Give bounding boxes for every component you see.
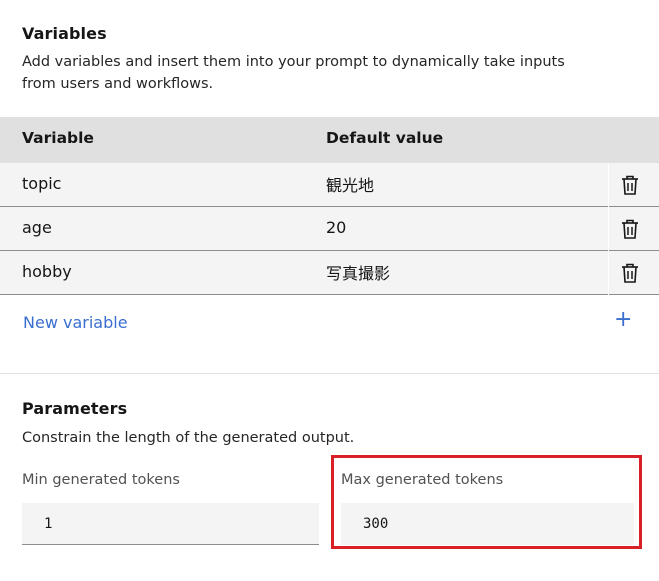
new-variable-link[interactable]: New variable — [23, 313, 128, 332]
min-tokens-input[interactable] — [22, 503, 319, 545]
variable-name-cell[interactable]: topic — [22, 174, 61, 193]
trash-icon — [622, 175, 638, 195]
variable-value-cell[interactable]: 20 — [326, 218, 346, 237]
trash-icon — [622, 263, 638, 283]
variable-value-cell[interactable]: 観光地 — [326, 172, 374, 196]
variables-description-line1: Add variables and insert them into your … — [22, 54, 565, 70]
delete-variable-button[interactable] — [619, 261, 641, 285]
table-header: Variable Default value — [0, 117, 659, 163]
column-divider — [608, 207, 609, 251]
table-row: hobby 写真撮影 — [0, 251, 659, 295]
table-row: topic 観光地 — [0, 163, 659, 207]
parameters-description: Constrain the length of the generated ou… — [22, 430, 355, 446]
trash-icon — [622, 219, 638, 239]
column-header-variable: Variable — [22, 129, 94, 147]
section-divider — [0, 373, 659, 374]
variables-title: Variables — [22, 24, 107, 43]
variables-description-line2: from users and workflows. — [22, 76, 214, 92]
delete-variable-button[interactable] — [619, 217, 641, 241]
min-tokens-label: Min generated tokens — [22, 472, 180, 488]
add-variable-plus-icon[interactable]: + — [614, 308, 632, 332]
new-variable-row: New variable + — [0, 298, 659, 350]
column-divider — [608, 251, 609, 295]
highlight-box — [331, 455, 642, 549]
variables-table: Variable Default value topic 観光地 age 20 — [0, 117, 659, 295]
table-row: age 20 — [0, 207, 659, 251]
parameters-title: Parameters — [22, 399, 128, 418]
variable-name-cell[interactable]: age — [22, 218, 52, 237]
variable-value-cell[interactable]: 写真撮影 — [326, 260, 390, 284]
column-divider — [608, 163, 609, 207]
variable-name-cell[interactable]: hobby — [22, 262, 72, 281]
delete-variable-button[interactable] — [619, 173, 641, 197]
column-header-default-value: Default value — [326, 129, 444, 147]
